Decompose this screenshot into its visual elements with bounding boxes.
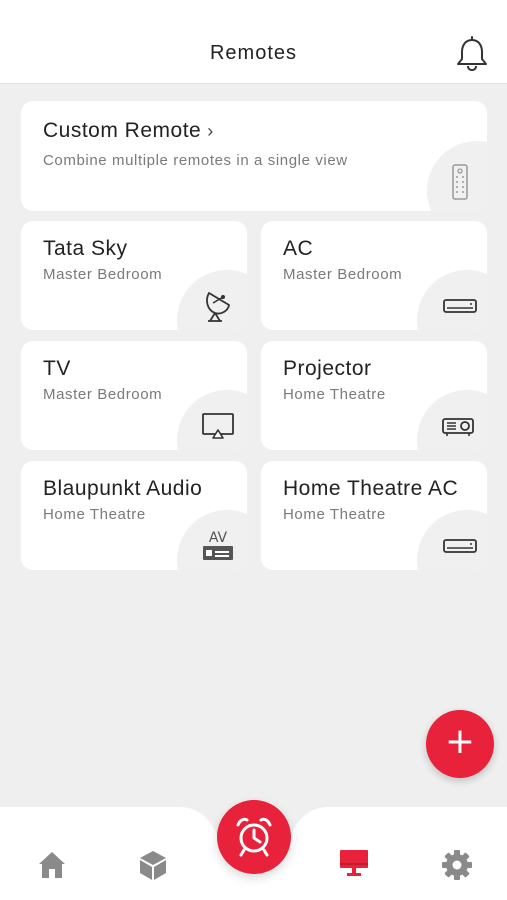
- remote-name: TV: [43, 357, 71, 380]
- remote-name: Blaupunkt Audio: [43, 477, 203, 500]
- nav-monitor-icon[interactable]: [337, 846, 371, 880]
- remote-card-tv[interactable]: TV Master Bedroom: [21, 341, 247, 450]
- custom-remote-card[interactable]: Custom Remote › Combine multiple remotes …: [21, 101, 487, 211]
- remote-room: Master Bedroom: [283, 266, 403, 283]
- av-icon-text: AV: [209, 530, 228, 546]
- remote-name: Projector: [283, 357, 372, 380]
- remote-room: Home Theatre: [283, 386, 386, 403]
- remote-card-home-theatre-ac[interactable]: Home Theatre AC Home Theatre: [261, 461, 487, 570]
- remote-card-blaupunkt-audio[interactable]: Blaupunkt Audio Home Theatre AV: [21, 461, 247, 570]
- remote-room: Master Bedroom: [43, 266, 163, 283]
- remote-card-projector[interactable]: Projector Home Theatre: [261, 341, 487, 450]
- app-header: Remotes: [0, 0, 507, 84]
- remote-card-tata-sky[interactable]: Tata Sky Master Bedroom: [21, 221, 247, 330]
- chevron-right-icon: ›: [207, 121, 214, 141]
- nav-cube-icon[interactable]: [136, 848, 170, 882]
- custom-remote-title: Custom Remote ›: [43, 119, 214, 142]
- custom-remote-description: Combine multiple remotes in a single vie…: [43, 152, 348, 169]
- remote-room: Home Theatre: [283, 506, 386, 523]
- page-title: Remotes: [209, 42, 298, 64]
- av-receiver-icon: AV: [203, 530, 233, 560]
- add-remote-button[interactable]: +: [426, 710, 494, 778]
- alarm-button[interactable]: [217, 800, 291, 874]
- alarm-clock-icon: [236, 817, 272, 857]
- ac-icon: [443, 299, 477, 313]
- remote-room: Home Theatre: [43, 506, 146, 523]
- remote-icon: [452, 164, 468, 200]
- remote-card-ac[interactable]: AC Master Bedroom: [261, 221, 487, 330]
- bell-icon[interactable]: [455, 36, 489, 72]
- remote-name: AC: [283, 237, 314, 260]
- remote-name: Home Theatre AC: [283, 477, 459, 500]
- remote-name: Tata Sky: [43, 237, 128, 260]
- nav-home-icon[interactable]: [35, 848, 69, 882]
- projector-icon: [442, 418, 474, 436]
- ac-icon: [443, 539, 477, 553]
- plus-icon: +: [444, 721, 476, 762]
- remote-room: Master Bedroom: [43, 386, 163, 403]
- nav-gear-icon[interactable]: [440, 848, 474, 882]
- satellite-dish-icon: [206, 292, 230, 322]
- tv-icon: [202, 413, 234, 439]
